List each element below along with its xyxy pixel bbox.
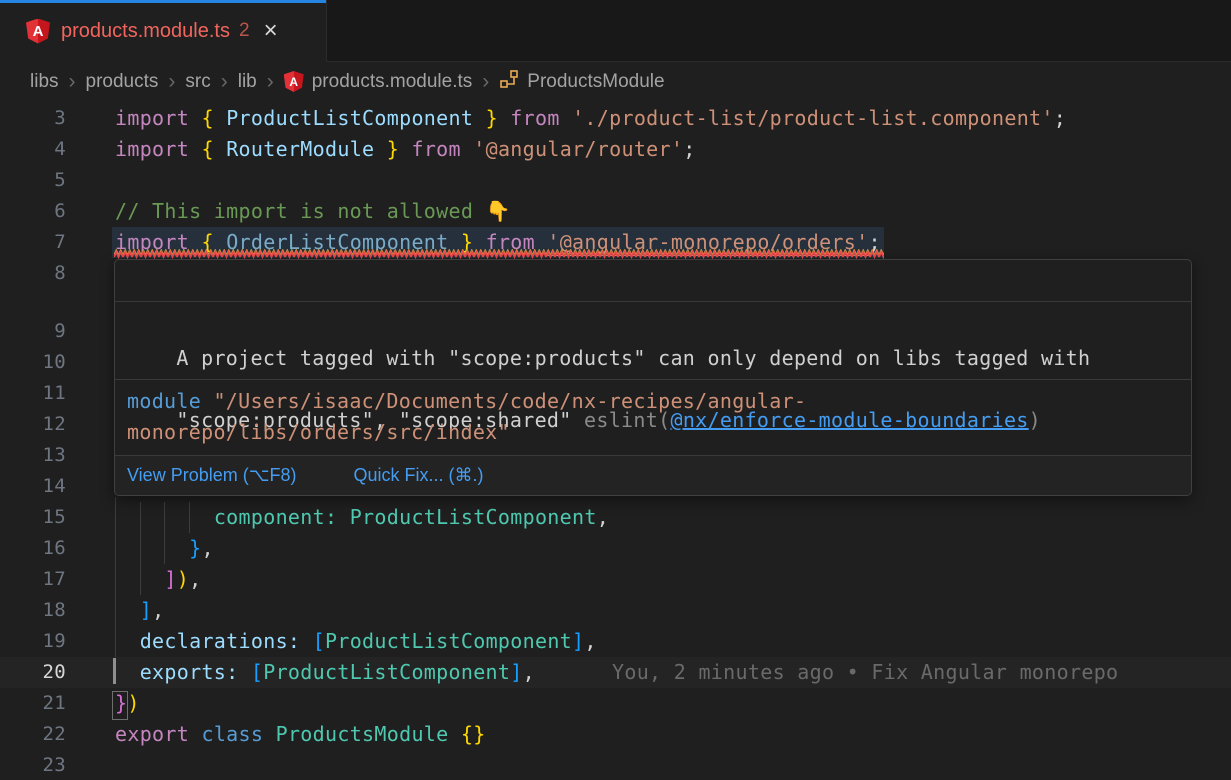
line-number: 8: [0, 258, 66, 289]
bracket-match-highlight: [112, 691, 128, 720]
line-number: 10: [0, 347, 66, 378]
line-number: 15: [0, 502, 66, 533]
active-bracket-guide: [113, 658, 116, 684]
code-content: import { RouterModule } from '@angular/r…: [115, 134, 696, 165]
git-blame-annotation: You, 2 minutes ago • Fix Angular monorep…: [612, 657, 1118, 688]
code-content: import { ProductListComponent } from './…: [115, 103, 1066, 134]
diagnostic-hover-popup: 'OrderListComponent' is declared but its…: [114, 259, 1192, 496]
eslint-message-line1: A project tagged with "scope:products" c…: [176, 346, 1090, 370]
indent-guide-col6: [189, 502, 190, 533]
code-content: // This import is not allowed 👇: [115, 196, 511, 227]
line-number: 11: [0, 378, 66, 409]
code-content: ]),: [115, 564, 201, 595]
view-problem-button[interactable]: View Problem (⌥F8): [127, 465, 296, 486]
code-line-20[interactable]: 20 exports: [ProductListComponent], You, …: [0, 657, 1231, 688]
ts-diagnostic-message: 'OrderListComponent' is declared but its…: [115, 260, 1191, 302]
line-number: 7: [0, 227, 66, 258]
code-content: declarations: [ProductListComponent],: [115, 626, 597, 657]
module-keyword: module: [127, 389, 201, 413]
eslint-diagnostic-message: A project tagged with "scope:products" c…: [115, 302, 1191, 380]
indent-guide-col2: [140, 502, 141, 595]
line-number: 23: [0, 750, 66, 780]
line-number: 3: [0, 103, 66, 134]
line-number: 16: [0, 533, 66, 564]
line-number: 9: [0, 316, 66, 347]
code-line-19[interactable]: 19 declarations: [ProductListComponent],: [0, 626, 1231, 657]
code-content: export class ProductsModule {}: [115, 719, 486, 750]
line-number: 18: [0, 595, 66, 626]
error-squiggle: [114, 249, 884, 259]
module-path-line2: monorepo/libs/orders/src/index": [127, 420, 510, 444]
code-content: ],: [115, 595, 164, 626]
line-number: 12: [0, 409, 66, 440]
code-line-16[interactable]: 16 },: [0, 533, 1231, 564]
line-number: 13: [0, 440, 66, 471]
line-number: 20: [0, 657, 66, 688]
line-number: 21: [0, 688, 66, 719]
code-line-23[interactable]: 23: [0, 750, 1231, 780]
code-line-15[interactable]: 15 component: ProductListComponent,: [0, 502, 1231, 533]
line-number: 5: [0, 165, 66, 196]
line-number: 22: [0, 719, 66, 750]
line-number: 17: [0, 564, 66, 595]
code-line-17[interactable]: 17 ]),: [0, 564, 1231, 595]
code-line-18[interactable]: 18 ],: [0, 595, 1231, 626]
code-line-3[interactable]: 3 import { ProductListComponent } from '.…: [0, 103, 1231, 134]
code-line-22[interactable]: 22 export class ProductsModule {}: [0, 719, 1231, 750]
indent-guide-col4: [164, 502, 165, 564]
code-line-4[interactable]: 4 import { RouterModule } from '@angular/…: [0, 134, 1231, 165]
code-line-21[interactable]: 21}): [0, 688, 1231, 719]
code-line-5[interactable]: 5: [0, 165, 1231, 196]
code-line-6[interactable]: 6 // This import is not allowed 👇: [0, 196, 1231, 227]
line-number: 6: [0, 196, 66, 227]
module-path-info: module "/Users/isaac/Documents/code/nx-r…: [115, 380, 1191, 456]
line-number: 14: [0, 471, 66, 502]
hover-status-bar: View Problem (⌥F8) Quick Fix... (⌘.): [115, 456, 1191, 495]
line-number: 4: [0, 134, 66, 165]
quick-fix-button[interactable]: Quick Fix... (⌘.): [353, 465, 483, 486]
bracket-pair-guide-col0: [115, 497, 116, 657]
line-number: 19: [0, 626, 66, 657]
code-content: exports: [ProductListComponent],: [115, 657, 535, 688]
vscode-window: { "tab": { "filename": "products.module.…: [0, 0, 1231, 780]
module-path-line1: "/Users/isaac/Documents/code/nx-recipes/…: [201, 389, 806, 413]
